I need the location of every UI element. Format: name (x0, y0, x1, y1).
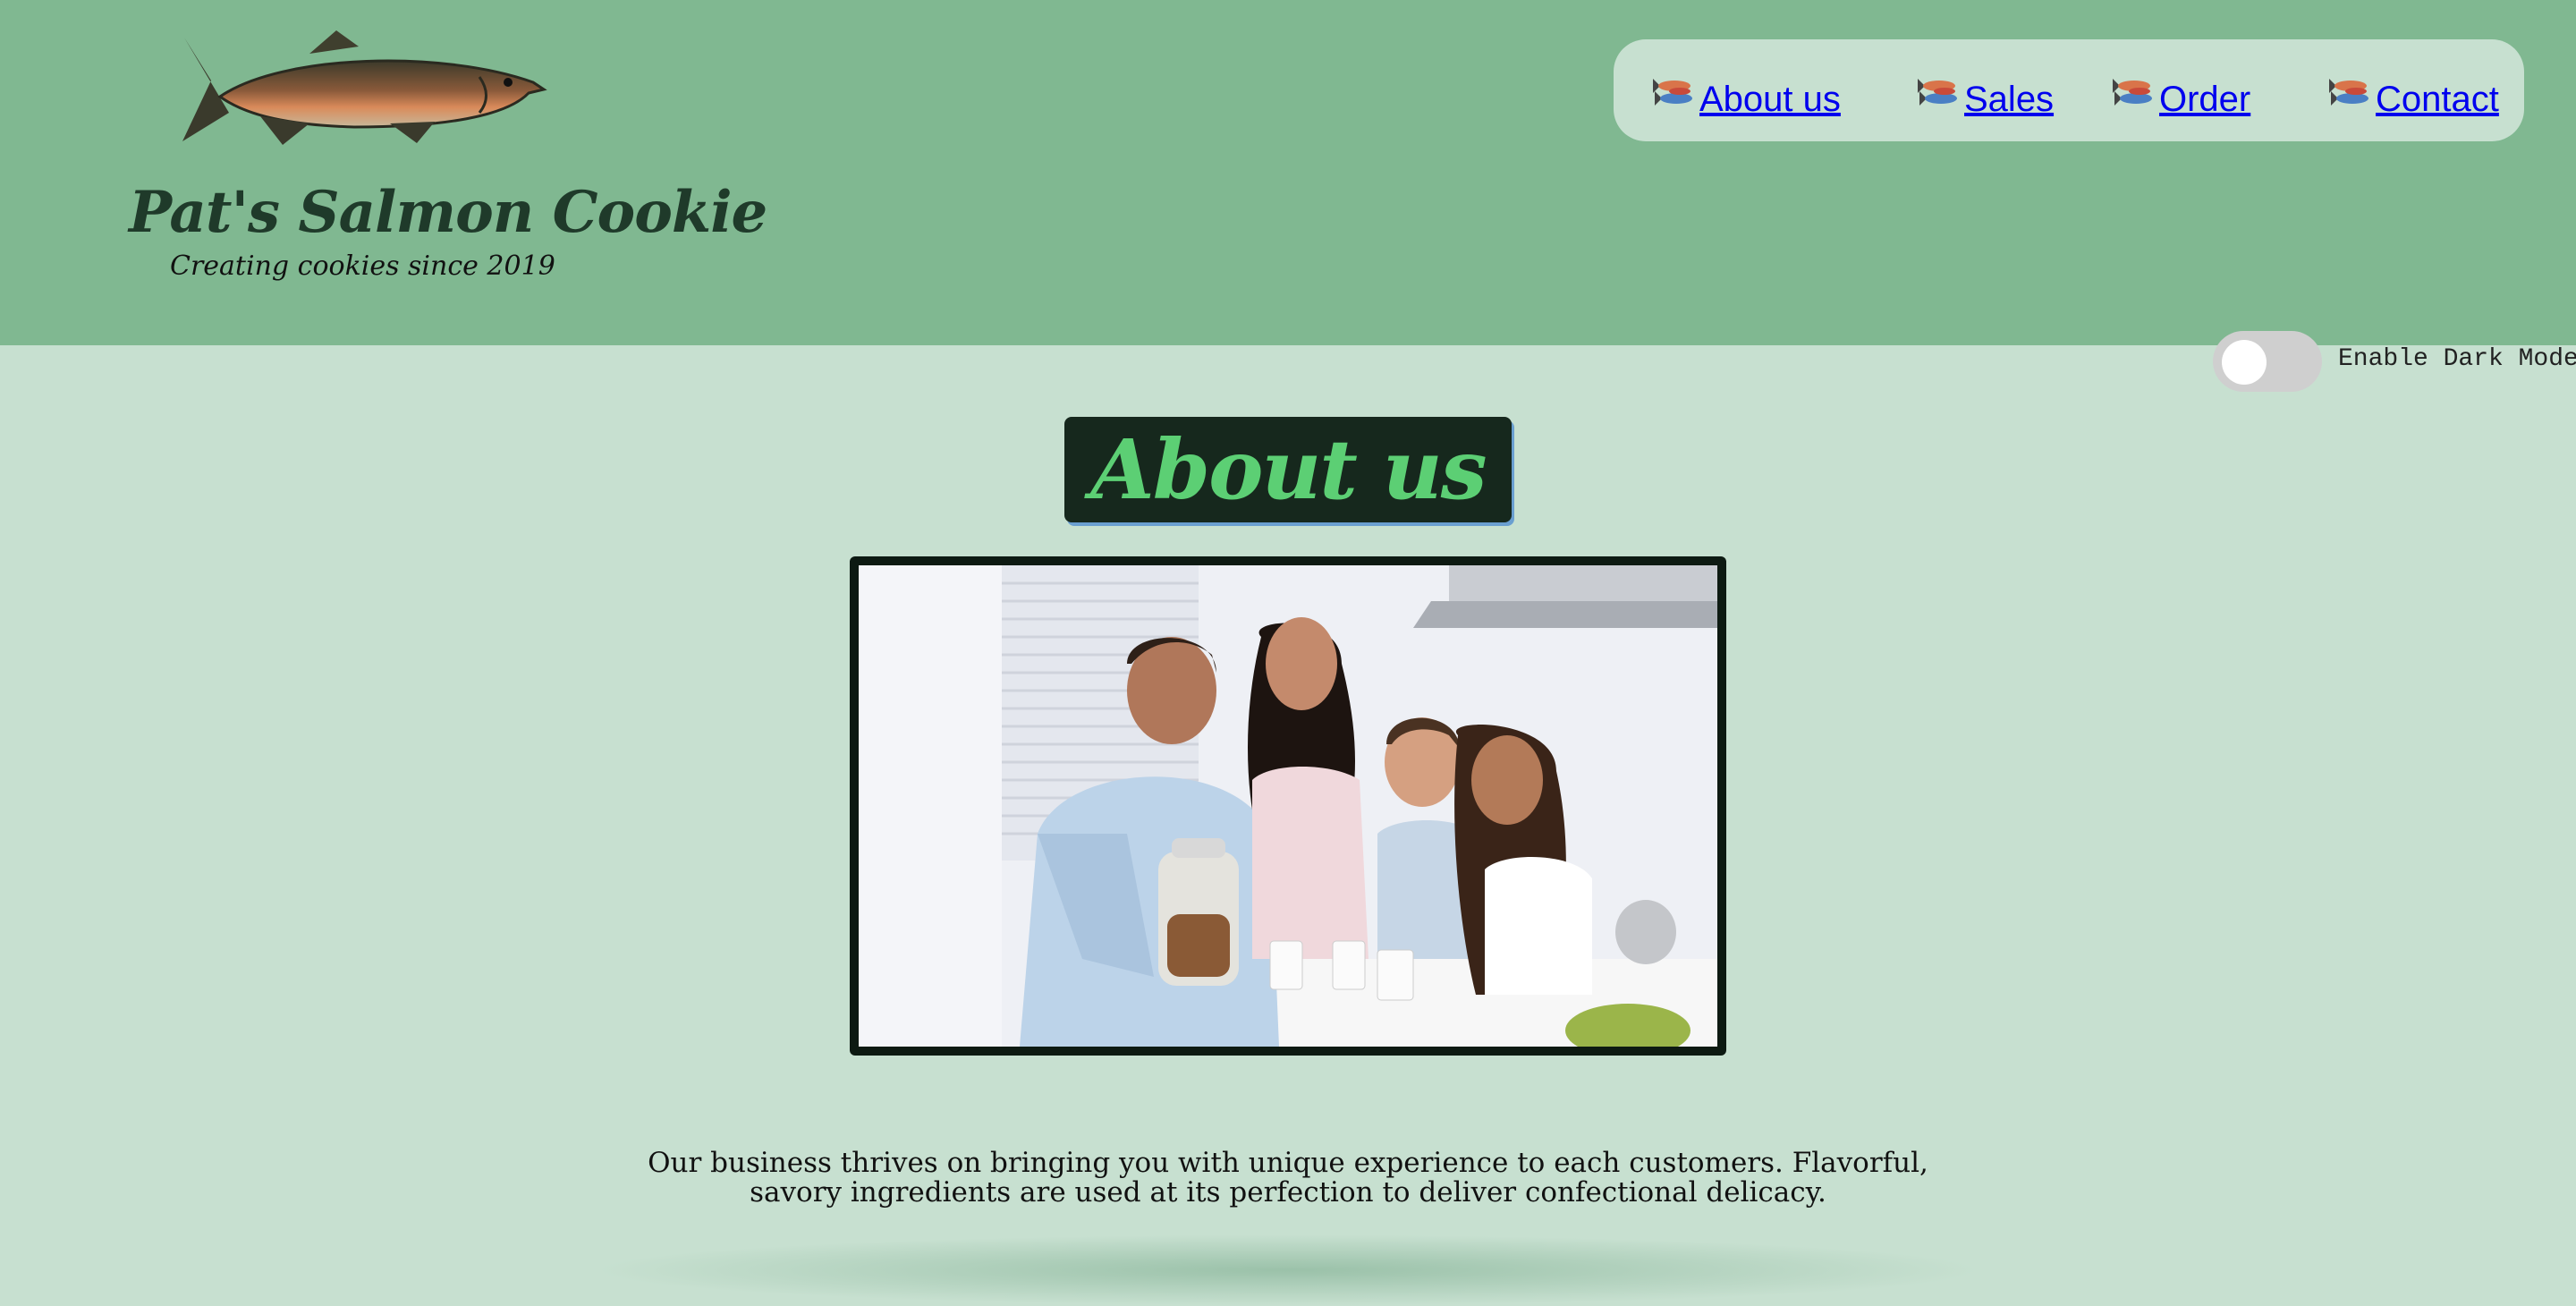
nav-link-about-us[interactable]: About us (1649, 66, 1841, 120)
dark-mode-toggle[interactable] (2213, 331, 2322, 392)
fish-icon (2113, 79, 2152, 106)
site-title: Pat's Salmon Cookie (129, 179, 767, 246)
nav-label: Sales (1964, 80, 2055, 119)
nav-link-sales[interactable]: Sales (1914, 66, 2054, 120)
nav-link-contact[interactable]: Contact (2326, 66, 2499, 120)
fish-icon (1918, 79, 1957, 106)
fish-icon (1653, 79, 1692, 106)
page-heading: About us (1090, 421, 1487, 518)
site-tagline: Creating cookies since 2019 (170, 250, 555, 282)
page-heading-box: About us (1064, 417, 1512, 522)
photo-frame (850, 556, 1726, 1056)
nav-label: Order (2159, 80, 2251, 119)
fish-icon (2329, 79, 2368, 106)
about-description: Our business thrives on bringing you wit… (648, 1147, 1928, 1208)
main-nav: About us Sales Order Contact (1614, 39, 2524, 141)
dark-mode-label: Enable Dark Mode! (2338, 345, 2576, 373)
nav-label: About us (1699, 80, 1841, 119)
toggle-knob (2222, 340, 2267, 385)
nav-label: Contact (2376, 80, 2499, 119)
salmon-logo-icon (182, 30, 547, 145)
section-divider-shadow (590, 1234, 1986, 1306)
site-header: Pat's Salmon Cookie Creating cookies sin… (0, 0, 2576, 345)
family-photo (859, 565, 1717, 1047)
nav-link-order[interactable]: Order (2109, 66, 2250, 120)
